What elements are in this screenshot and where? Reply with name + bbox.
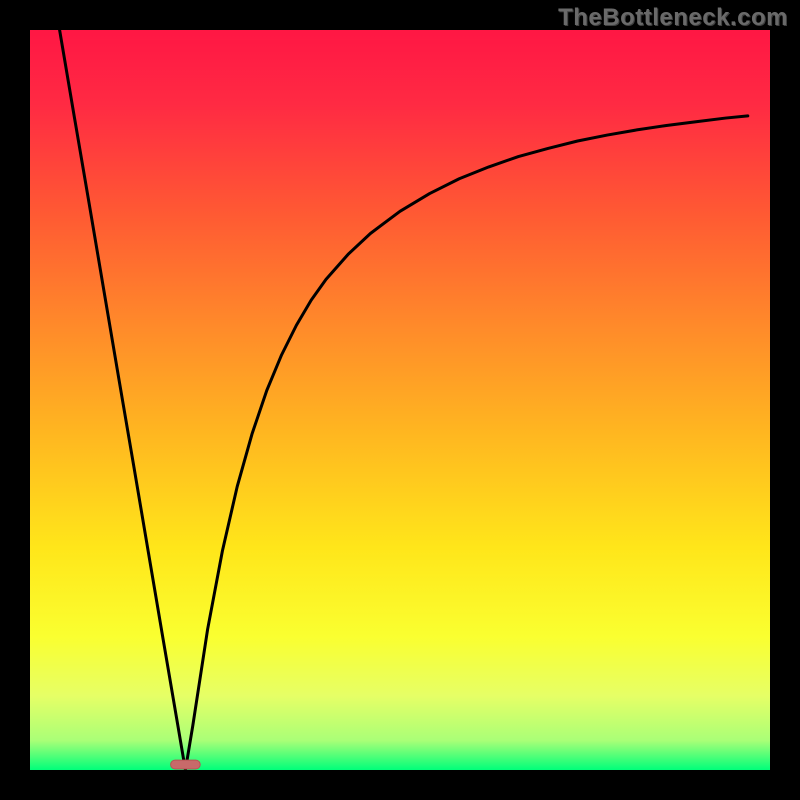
watermark-text: TheBottleneck.com bbox=[558, 4, 788, 32]
bottleneck-chart bbox=[0, 0, 800, 800]
chart-frame: TheBottleneck.com bbox=[0, 0, 800, 800]
optimum-marker bbox=[171, 760, 201, 769]
plot-background bbox=[30, 30, 770, 770]
